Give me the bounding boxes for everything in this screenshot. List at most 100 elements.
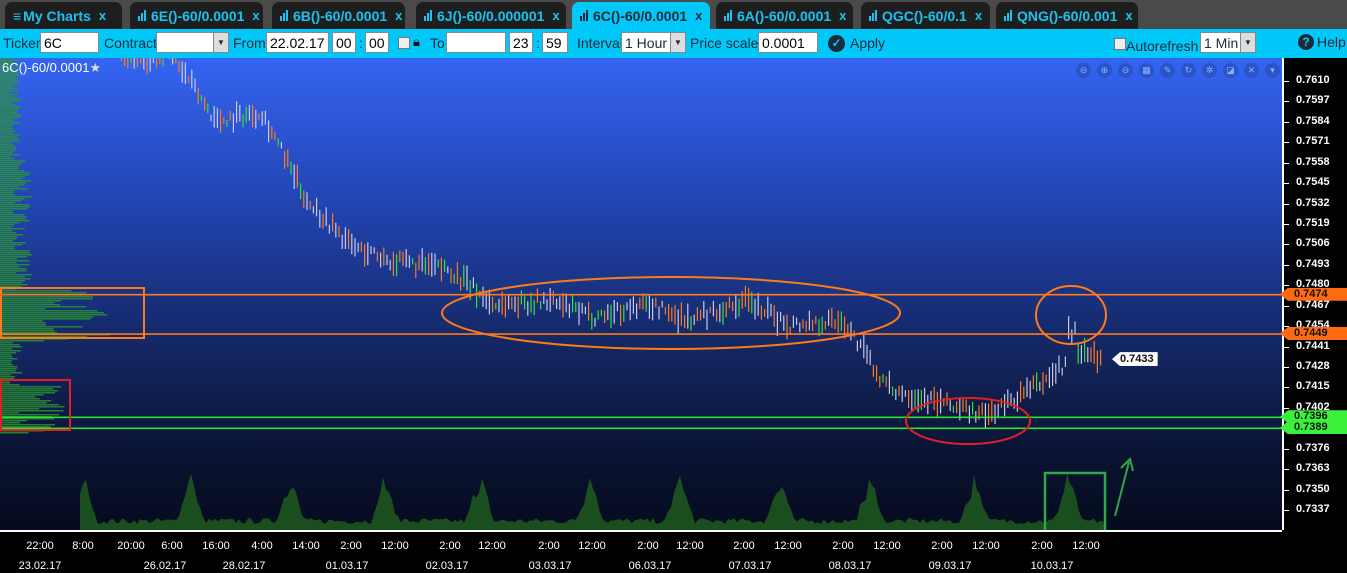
volume-profile-bar: [0, 388, 54, 390]
autorefresh-checkbox[interactable]: [1114, 38, 1126, 50]
volume-profile-bar: [0, 132, 14, 134]
close-icon[interactable]: ✕: [1244, 63, 1259, 78]
volume-profile-bar: [0, 224, 15, 226]
close-tab-icon[interactable]: x: [552, 8, 559, 23]
volume-profile-bar: [0, 264, 30, 266]
from-min-input[interactable]: [365, 32, 389, 53]
tab-qng-60-0-001[interactable]: QNG()-60/0.001 x: [996, 2, 1138, 29]
dropdown-icon[interactable]: ▾: [1265, 63, 1280, 78]
x-time-tick-label: 12:00: [972, 540, 1000, 552]
y-tick-label: 0.7337: [1296, 503, 1330, 516]
to-checkbox[interactable]: [398, 37, 410, 49]
close-tab-icon[interactable]: x: [252, 8, 259, 23]
close-tab-icon[interactable]: x: [839, 8, 846, 23]
volume-profile-bar: [0, 116, 21, 118]
y-tick-label: 0.7506: [1296, 237, 1330, 250]
price-scale-input[interactable]: [758, 32, 818, 53]
volume-profile-bar: [0, 254, 32, 256]
volume-profile-bar: [0, 346, 22, 348]
close-tab-icon[interactable]: x: [99, 8, 106, 23]
bar-chart-icon: [138, 10, 149, 21]
zoom-reset-icon[interactable]: ⊖: [1076, 63, 1091, 78]
volume-profile-bar: [0, 104, 17, 106]
y-tick-mark: [1284, 367, 1289, 369]
settings-icon[interactable]: ✲: [1202, 63, 1217, 78]
tab-6j-60-0-000001[interactable]: 6J()-60/0.000001 x: [416, 2, 566, 29]
volume-profile-bar: [0, 296, 94, 298]
help-button[interactable]: ? Help: [1298, 34, 1346, 50]
volume-profile-bar: [0, 348, 12, 350]
volume-profile-bar: [0, 234, 24, 236]
tab-qgc-60-0-1[interactable]: QGC()-60/0.1 x: [861, 2, 990, 29]
pencil-icon[interactable]: ✎: [1160, 63, 1175, 78]
y-tick-mark: [1284, 346, 1289, 348]
contract-select[interactable]: ▼: [156, 32, 229, 53]
to-min-input[interactable]: [542, 32, 568, 53]
volume-profile-bar: [0, 414, 60, 416]
colon: :: [536, 35, 540, 51]
volume-profile-bar: [0, 108, 19, 110]
volume-profile-bar: [0, 400, 52, 402]
volume-profile-bar: [0, 192, 14, 194]
x-time-tick-label: 2:00: [340, 540, 362, 552]
volume-profile-bar: [0, 246, 15, 248]
volume-profile-bar: [0, 270, 27, 272]
volume-profile-bar: [0, 124, 14, 126]
x-date-tick-label: 07.03.17: [728, 560, 772, 572]
price-chart[interactable]: 6C()-60/0.0001★ ⊖ ⊕ ⊖ ▦ ✎ ↻ ✲ ◪ ✕ ▾ 0.7433: [0, 58, 1282, 530]
x-time-tick-label: 2:00: [637, 540, 659, 552]
to-date-input[interactable]: [446, 32, 506, 53]
autorefresh-interval-select[interactable]: 1 Min ▼: [1200, 32, 1256, 53]
close-tab-icon[interactable]: x: [395, 8, 402, 23]
tab-6c-60-0-0001[interactable]: 6C()-60/0.0001 x: [572, 2, 710, 29]
volume-profile-bar: [0, 390, 58, 392]
volume-profile-bar: [0, 392, 56, 394]
close-tab-icon[interactable]: x: [975, 8, 982, 23]
grid-icon[interactable]: ▦: [1139, 63, 1154, 78]
volume-profile-bar: [0, 172, 31, 174]
volume-profile-bar: [0, 88, 19, 90]
y-tick-mark: [1284, 387, 1289, 389]
volume-profile-bar: [0, 86, 15, 88]
volume-profile-bar: [0, 354, 12, 356]
volume-profile-bar: [0, 100, 20, 102]
time-axis[interactable]: 22:00 8:00 20:00 6:00 16:00 4:00 14:00 2:00 12:0…: [0, 530, 1282, 573]
apply-button[interactable]: ✓ Apply: [828, 33, 885, 53]
volume-profile-bar: [0, 230, 13, 232]
volume-profile-bar: [0, 78, 19, 80]
chart-canvas[interactable]: [0, 58, 1282, 530]
x-time-tick-label: 12:00: [1072, 540, 1100, 552]
contract-label: Contract: [104, 35, 157, 51]
volume-profile-bar: [0, 300, 61, 302]
volume-profile-bar: [0, 148, 17, 150]
volume-profile-bar: [0, 178, 23, 180]
y-tick-label: 0.7350: [1296, 482, 1330, 495]
volume-profile-bar: [0, 314, 108, 316]
toolbar: Ticker Contract ▼ From : 🔒︎ To : Interva…: [0, 29, 1347, 58]
popout-icon[interactable]: ◪: [1223, 63, 1238, 78]
zoom-out-icon[interactable]: ⊖: [1118, 63, 1133, 78]
zoom-in-icon[interactable]: ⊕: [1097, 63, 1112, 78]
y-tick-mark: [1284, 224, 1289, 225]
volume-profile-bar: [0, 352, 17, 354]
star-icon[interactable]: ★: [89, 60, 101, 75]
interval-select[interactable]: 1 Hour ▼: [621, 32, 686, 53]
tab-my-charts[interactable]: ≡ My Charts x: [5, 2, 122, 29]
close-tab-icon[interactable]: x: [695, 8, 702, 23]
from-hour-input[interactable]: [332, 32, 356, 53]
tab-6b-60-0-0001[interactable]: 6B()-60/0.0001 x: [272, 2, 405, 29]
volume-profile-bar: [0, 408, 40, 410]
refresh-icon[interactable]: ↻: [1181, 63, 1196, 78]
x-date-tick-label: 03.03.17: [528, 560, 572, 572]
ticker-input[interactable]: [40, 32, 99, 53]
volume-profile-bar: [0, 80, 18, 82]
y-tick-label: 0.7519: [1296, 217, 1330, 229]
from-date-input[interactable]: [266, 32, 329, 53]
tab-6e-60-0-0001[interactable]: 6E()-60/0.0001 x: [130, 2, 263, 29]
close-tab-icon[interactable]: x: [1125, 8, 1132, 23]
x-date-tick-label: 23.02.17: [18, 560, 62, 572]
x-time-tick-label: 12:00: [478, 540, 506, 552]
to-hour-input[interactable]: [509, 32, 533, 53]
tab-6a-60-0-0001[interactable]: 6A()-60/0.0001 x: [716, 2, 853, 29]
y-tick-label: 0.7363: [1296, 462, 1330, 475]
